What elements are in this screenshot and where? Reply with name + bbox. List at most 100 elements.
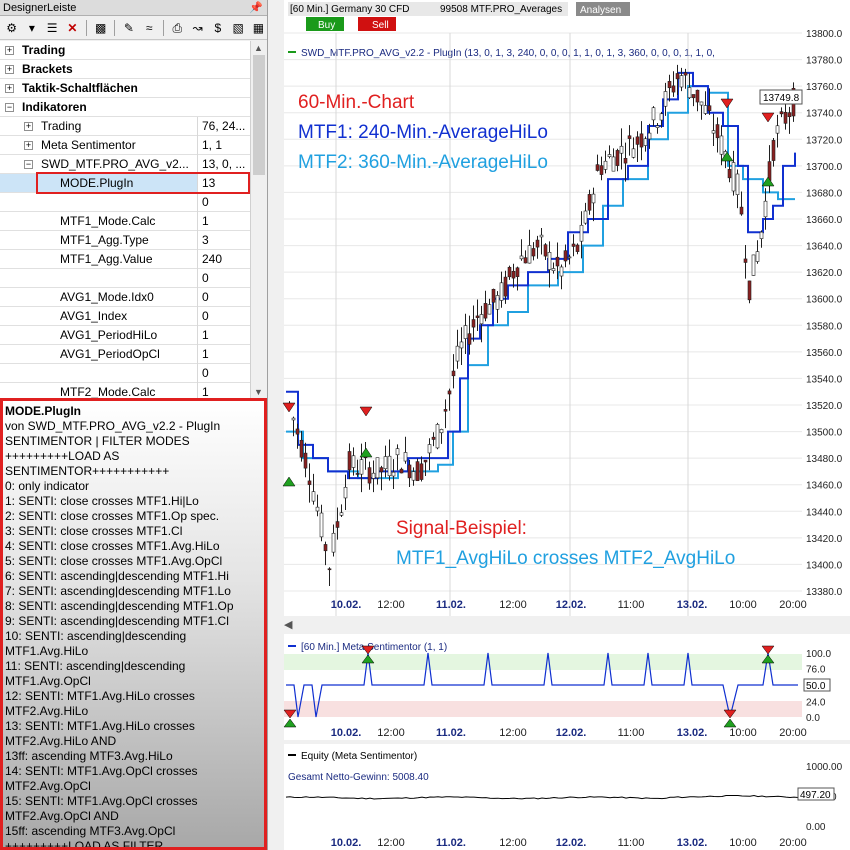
param-value[interactable]: 0 — [197, 288, 250, 307]
candle-body — [731, 162, 736, 192]
price-tick-label: 13780.0 — [806, 56, 843, 67]
price-tick-label: 13720.0 — [806, 135, 843, 146]
candle-body — [603, 160, 608, 170]
pen-icon[interactable]: ✎ — [120, 19, 137, 37]
param-value[interactable]: 1 — [197, 326, 250, 345]
time-tick-label: 20:00 — [779, 599, 807, 611]
candle-body — [535, 239, 540, 248]
collapse-icon[interactable]: − — [24, 160, 33, 169]
param-row[interactable]: MTF1_Agg.Value 240 — [0, 250, 250, 269]
param-row[interactable]: AVG1_PeriodOpCl 1 — [0, 345, 250, 364]
dollar-icon[interactable]: $ — [209, 19, 226, 37]
expand-icon[interactable]: + — [5, 65, 14, 74]
description-line: MTF2.Avg.OpCl AND — [5, 809, 119, 823]
delete-icon[interactable]: ✕ — [64, 19, 81, 37]
price-tick-label: 13440.0 — [806, 507, 843, 518]
collapse-icon[interactable]: − — [5, 103, 14, 112]
tree-group-brackets[interactable]: + Brackets — [0, 60, 250, 79]
dropdown-icon[interactable]: ▾ — [23, 19, 40, 37]
candle-body — [367, 467, 372, 484]
scroll-down-icon[interactable]: ▼ — [254, 387, 263, 397]
pin-icon[interactable]: 📌 — [249, 0, 263, 16]
candle-body — [551, 268, 556, 272]
equity-current-label: 497.20 — [800, 790, 831, 801]
price-tick-label: 13740.0 — [806, 109, 843, 120]
description-line: 12: SENTI: MTF1.Avg.HiLo crosses — [5, 689, 195, 703]
param-row[interactable]: MTF2_Mode.Calc 1 — [0, 383, 250, 399]
chart-tab-label[interactable]: [60 Min.] Germany 30 CFD — [290, 4, 409, 15]
annotation-mtf2: MTF2: 360-Min.-AverageHiLo — [298, 152, 548, 173]
param-value[interactable]: 0 — [197, 307, 250, 326]
print-icon[interactable]: ⎙ — [169, 19, 186, 37]
param-row[interactable]: 0 — [0, 193, 250, 212]
sentimentor-tick-label: 100.0 — [806, 649, 831, 660]
scroll-up-icon[interactable]: ▲ — [254, 43, 263, 53]
tree-item-trading[interactable]: + Trading 76, 24... — [0, 117, 250, 136]
tree-group-trading[interactable]: + Trading — [0, 41, 250, 60]
sell-label: Sell — [372, 20, 389, 31]
candle-body — [575, 244, 580, 252]
candle-body — [447, 390, 452, 395]
time-tick-label: 12.02. — [556, 727, 587, 739]
description-line: 4: SENTI: close crosses MTF1.Avg.HiLo — [5, 539, 220, 553]
chart-canvas: [60 Min.] Germany 30 CFD 99508 MTF.PRO_A… — [268, 0, 850, 850]
param-row[interactable]: MTF1_Mode.Calc 1 — [0, 212, 250, 231]
chart-hscrollbar[interactable] — [268, 616, 850, 632]
tree-item-meta-sentimentor[interactable]: + Meta Sentimentor 1, 1 — [0, 136, 250, 155]
tree-group-taktik[interactable]: + Taktik-Schaltflächen — [0, 79, 250, 98]
expand-icon[interactable]: + — [5, 46, 14, 55]
chart-icon[interactable]: ≈ — [141, 19, 158, 37]
param-row[interactable]: MTF1_Agg.Type 3 — [0, 231, 250, 250]
tree-group-indikatoren[interactable]: − Indikatoren — [0, 98, 250, 117]
candle-body — [715, 124, 720, 139]
candle-body — [383, 456, 388, 470]
expand-icon[interactable]: + — [5, 84, 14, 93]
toggle-icon[interactable]: ▧ — [230, 19, 247, 37]
candle-body — [331, 532, 336, 553]
description-line: +++++++++LOAD AS — [5, 449, 120, 463]
list-icon[interactable]: ☰ — [44, 19, 61, 37]
candle-body — [619, 145, 624, 154]
param-value[interactable]: 3 — [197, 231, 250, 250]
analysen-label: Analysen — [580, 5, 621, 16]
param-value[interactable]: 1 — [197, 212, 250, 231]
param-row[interactable]: AVG1_Mode.Idx0 0 — [0, 288, 250, 307]
candle-body — [503, 276, 508, 297]
param-row[interactable]: AVG1_Index 0 — [0, 307, 250, 326]
tree-scrollbar[interactable]: ▲ ▼ — [250, 41, 267, 399]
scrollbar-thumb[interactable] — [253, 55, 265, 175]
signal-icon[interactable]: ↝ — [189, 19, 206, 37]
candle-body — [679, 75, 684, 88]
param-value[interactable]: 1 — [197, 345, 250, 364]
param-value[interactable]: 1 — [197, 383, 250, 399]
description-title: MODE.PlugIn — [5, 404, 81, 418]
tree-item-value[interactable]: 76, 24... — [197, 117, 250, 136]
candle-body — [323, 544, 328, 552]
expand-icon[interactable]: + — [24, 141, 33, 150]
time-tick-label: 11:00 — [618, 837, 645, 849]
param-value[interactable]: 0 — [197, 269, 250, 288]
param-row[interactable]: 0 — [0, 364, 250, 383]
tree-item-value[interactable]: 1, 1 — [197, 136, 250, 155]
grid-icon[interactable]: ▦ — [250, 19, 267, 37]
price-tick-label: 13600.0 — [806, 295, 843, 306]
param-value[interactable]: 240 — [197, 250, 250, 269]
candle-body — [599, 165, 604, 175]
description-line: 6: SENTI: ascending|descending MTF1.Hi — [5, 569, 229, 583]
param-label: MTF1_Agg.Type — [60, 233, 149, 247]
expand-icon[interactable]: + — [24, 122, 33, 131]
candle-body — [395, 448, 400, 456]
contacts-icon[interactable]: ▩ — [92, 19, 109, 37]
scroll-left-icon[interactable]: ◀ — [284, 619, 293, 631]
candle-body — [587, 194, 592, 211]
time-tick-label: 13.02. — [677, 727, 708, 739]
param-row[interactable]: AVG1_PeriodHiLo 1 — [0, 326, 250, 345]
candle-body — [783, 111, 788, 124]
param-row[interactable]: 0 — [0, 269, 250, 288]
tree-item-label: Meta Sentimentor — [41, 138, 136, 152]
param-value[interactable]: 0 — [197, 364, 250, 383]
description-panel: MODE.PlugIn von SWD_MTF.PRO_AVG_v2.2 - P… — [0, 398, 267, 850]
settings-icon[interactable]: ⚙ — [3, 19, 20, 37]
param-value[interactable]: 0 — [197, 193, 250, 212]
price-tick-label: 13560.0 — [806, 348, 843, 359]
